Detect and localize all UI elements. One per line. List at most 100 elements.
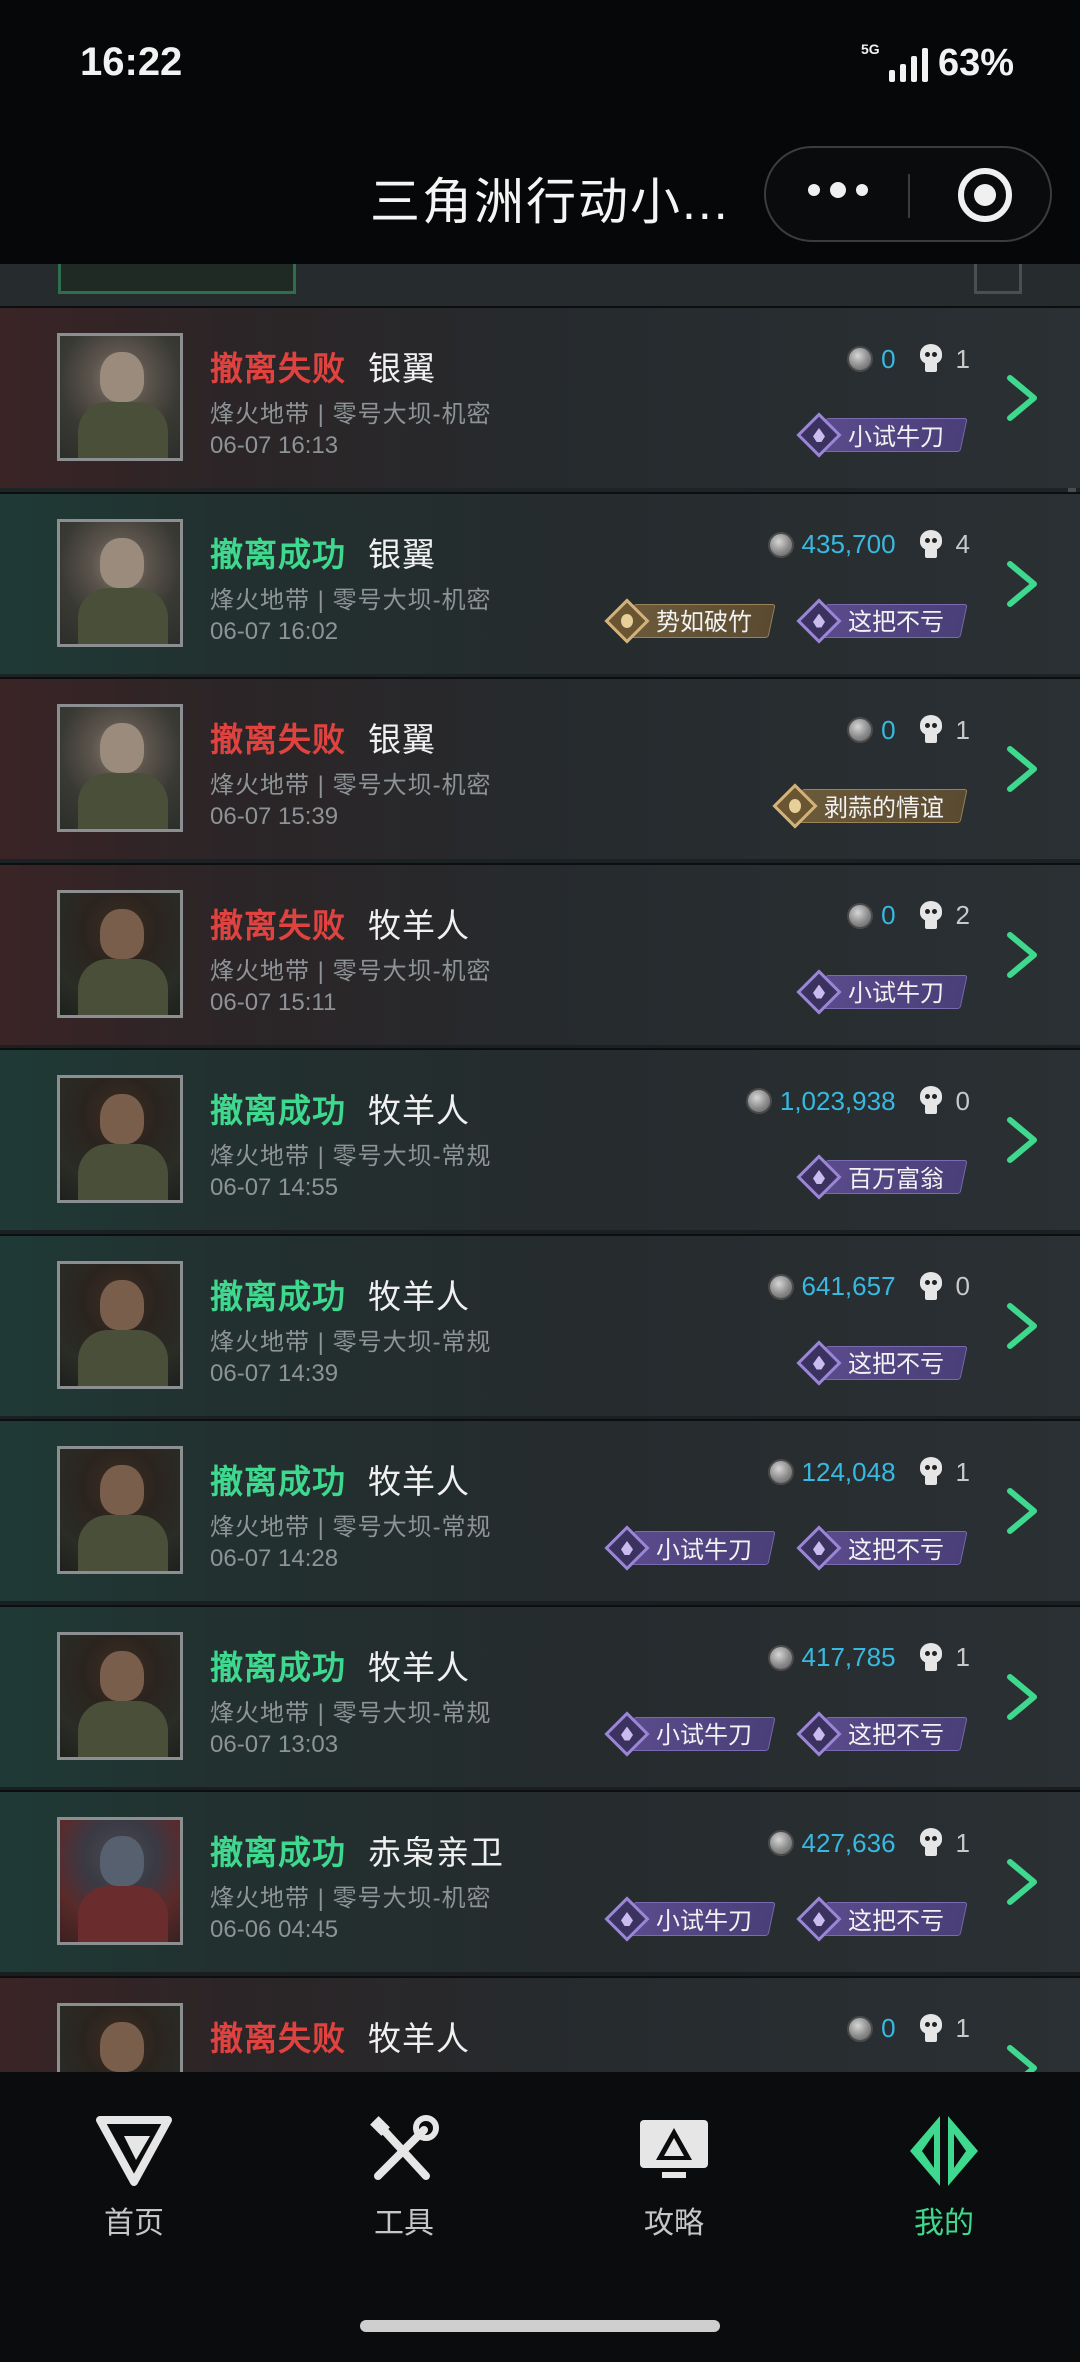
chevron-right-icon[interactable] — [1002, 2042, 1042, 2072]
skull-icon — [918, 1271, 944, 1302]
map-info: 烽火地带 | 零号大坝-机密 — [210, 957, 492, 985]
chevron-right-icon[interactable] — [1002, 743, 1042, 795]
money-value: 0 — [881, 2013, 896, 2043]
coin-icon — [767, 1459, 794, 1485]
cellular-signal-icon: 5G — [861, 42, 928, 82]
match-datetime: 06-07 16:02 — [210, 617, 339, 645]
kill-count: 1 — [955, 1642, 970, 1672]
chevron-right-icon[interactable] — [1002, 1114, 1042, 1166]
match-datetime: 06-06 04:45 — [210, 1916, 339, 1943]
money-value: 124,048 — [801, 1456, 896, 1487]
chevron-right-icon[interactable] — [1002, 929, 1042, 981]
purple-gem-icon — [602, 1709, 652, 1759]
nav-item-guide[interactable]: 攻略 — [574, 2114, 774, 2244]
map-info: 烽火地带 | 零号大坝-常规 — [210, 1328, 492, 1356]
mini-program-capsule — [764, 146, 1052, 242]
match-datetime: 06-07 13:03 — [210, 1730, 339, 1758]
match-record-row[interactable]: 撤离成功 牧羊人 烽火地带 | 零号大坝-常规 06-07 13:03 417,… — [0, 1604, 1080, 1787]
mini-program-title-bar: 三角洲行动小... — [0, 132, 1080, 264]
achievement-badge: 小试牛刀 — [794, 968, 968, 1015]
kill-count: 1 — [955, 343, 970, 374]
kill-count: 1 — [955, 1827, 970, 1858]
match-record-row[interactable]: 撤离失败 银翼 烽火地带 | 零号大坝-机密 06-07 16:13 0 1 小… — [0, 306, 1080, 488]
match-datetime: 06-07 14:39 — [210, 1359, 339, 1387]
purple-gem-icon — [794, 1523, 844, 1573]
skull-icon — [918, 1086, 944, 1116]
filter-chip[interactable] — [58, 264, 296, 294]
money-value: 0 — [881, 714, 896, 745]
match-record-row[interactable]: 撤离失败 银翼 烽火地带 | 零号大坝-机密 06-07 15:39 0 1 剥… — [0, 677, 1080, 859]
match-record-row[interactable]: 撤离成功 牧羊人 烽火地带 | 零号大坝-常规 06-07 14:39 641,… — [0, 1233, 1080, 1416]
achievement-badge: 小试牛刀 — [602, 1896, 776, 1942]
match-record-row[interactable]: 撤离成功 牧羊人 烽火地带 | 零号大坝-常规 06-07 14:55 1,02… — [0, 1048, 1080, 1230]
filter-strip — [0, 264, 1080, 306]
match-datetime: 06-07 14:55 — [210, 1174, 339, 1201]
match-stats: 0 1 — [847, 2012, 970, 2046]
match-stats: 124,048 1 — [767, 1455, 970, 1489]
achievement-badge: 这把不亏 — [794, 1339, 968, 1386]
home-indicator[interactable] — [360, 2320, 720, 2332]
badge-list: 小试牛刀 — [794, 968, 968, 1015]
chevron-right-icon[interactable] — [1002, 1485, 1042, 1537]
operator-avatar — [57, 518, 183, 647]
match-record-row[interactable]: 撤离成功 赤枭亲卫 烽火地带 | 零号大坝-机密 06-06 04:45 427… — [0, 1790, 1080, 1972]
match-record-row[interactable]: 撤离失败 牧羊人 烽火地带 | 零号大坝-机密 06-07 15:11 0 2 … — [0, 862, 1080, 1045]
map-info: 烽火地带 | 零号大坝-机密 — [210, 586, 492, 614]
coin-icon — [847, 717, 874, 743]
match-stats: 427,636 1 — [767, 1826, 970, 1860]
operator-avatar — [57, 2002, 183, 2072]
operator-name: 银翼 — [368, 535, 436, 573]
extraction-status: 撤离成功 — [210, 1463, 346, 1500]
match-history-list[interactable]: 撤离失败 银翼 烽火地带 | 零号大坝-机密 06-07 16:13 0 1 小… — [0, 264, 1080, 2072]
badge-label: 这把不亏 — [848, 1722, 944, 1749]
operator-avatar — [57, 704, 183, 832]
chevron-right-icon[interactable] — [1002, 558, 1042, 610]
match-datetime: 06-07 14:28 — [210, 1545, 339, 1572]
kill-count: 2 — [955, 900, 970, 930]
chevron-right-icon[interactable] — [1002, 1300, 1042, 1352]
coin-icon — [847, 346, 874, 372]
match-record-row[interactable]: 撤离成功 牧羊人 烽火地带 | 零号大坝-常规 06-07 14:28 124,… — [0, 1419, 1080, 1601]
operator-name: 牧羊人 — [368, 1648, 470, 1686]
badge-label: 小试牛刀 — [848, 423, 944, 451]
kill-count: 4 — [955, 529, 970, 559]
coin-icon — [745, 1088, 772, 1114]
nav-item-mine[interactable]: 我的 — [844, 2114, 1044, 2244]
more-menu-icon[interactable] — [808, 182, 868, 198]
nav-label-tools: 工具 — [374, 2207, 434, 2240]
chevron-right-icon[interactable] — [1002, 372, 1042, 424]
close-mini-program-icon[interactable] — [958, 168, 1012, 222]
badge-list: 百万富翁 — [794, 1154, 968, 1200]
achievement-badge: 小试牛刀 — [602, 1710, 776, 1757]
extraction-status: 撤离成功 — [210, 1277, 346, 1315]
badge-label: 百万富翁 — [848, 1165, 944, 1193]
skull-icon — [918, 900, 944, 931]
match-record-row[interactable]: 撤离成功 银翼 烽火地带 | 零号大坝-机密 06-07 16:02 435,7… — [0, 491, 1080, 674]
match-datetime: 06-07 15:11 — [210, 988, 337, 1016]
match-stats: 435,700 4 — [767, 528, 970, 562]
operator-avatar — [57, 333, 183, 461]
kill-count: 1 — [955, 2013, 970, 2043]
nav-item-tools[interactable]: 工具 — [304, 2114, 504, 2244]
map-info: 烽火地带 | 零号大坝-常规 — [210, 1514, 492, 1541]
gold-medal-icon — [602, 596, 652, 646]
extraction-status: 撤离失败 — [210, 906, 346, 944]
achievement-badge: 剥蒜的情谊 — [770, 783, 968, 829]
achievement-badge: 百万富翁 — [794, 1154, 968, 1200]
operator-name: 牧羊人 — [368, 1092, 470, 1129]
match-record-row[interactable]: 撤离失败 牧羊人 0 1 — [0, 1975, 1080, 2072]
badge-list: 小试牛刀 这把不亏 — [602, 1896, 968, 1942]
coin-icon — [847, 902, 874, 929]
bottom-navigation: 首页 工具 攻略 我的 — [0, 2072, 1080, 2362]
nav-item-home[interactable]: 首页 — [34, 2114, 234, 2244]
purple-gem-icon — [794, 1894, 844, 1944]
achievement-badge: 这把不亏 — [794, 1525, 968, 1571]
purple-gem-icon — [602, 1894, 652, 1944]
chevron-right-icon[interactable] — [1002, 1856, 1042, 1908]
money-value: 0 — [881, 343, 896, 374]
skull-icon — [918, 344, 944, 374]
chevron-right-icon[interactable] — [1002, 1671, 1042, 1723]
badge-label: 这把不亏 — [848, 609, 944, 636]
operator-avatar — [57, 1260, 183, 1389]
sort-dropdown[interactable] — [974, 264, 1022, 294]
